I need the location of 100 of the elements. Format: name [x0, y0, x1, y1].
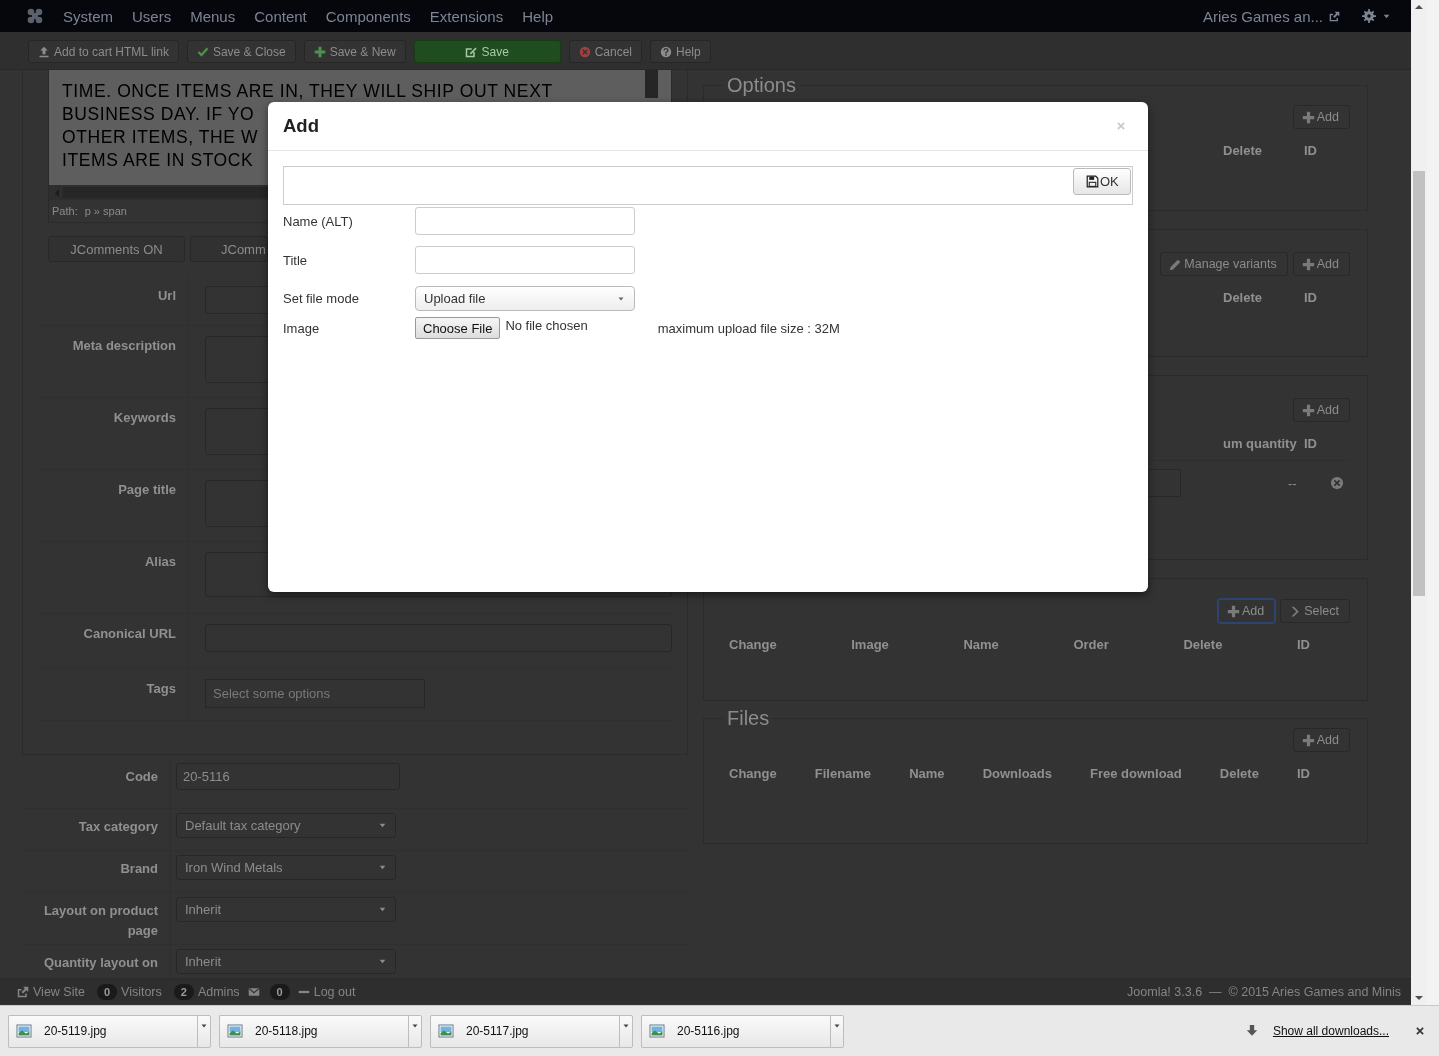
tags-field[interactable]: Select some options	[205, 679, 425, 708]
column-header: Name	[963, 637, 999, 652]
close-icon[interactable]	[1415, 1026, 1425, 1036]
editor-text: OTHER ITEMS, THE W	[62, 126, 259, 149]
field-label: Quantity layout on	[42, 954, 159, 972]
count-badge: 0	[96, 983, 117, 1000]
toolbar-button[interactable]: Cancel	[568, 40, 643, 63]
choose-file-button[interactable]: Choose File	[415, 317, 501, 339]
save-icon	[1086, 175, 1099, 188]
column-header: ID	[1304, 143, 1318, 158]
dialog-title: Add	[283, 115, 319, 137]
menu-item[interactable]: Extensions	[429, 7, 504, 25]
dropdown-button[interactable]	[197, 1014, 211, 1048]
dropdown-button[interactable]	[619, 1014, 633, 1048]
file-status: No file chosen	[505, 317, 588, 333]
edit-button[interactable]: Manage variants	[1160, 252, 1288, 276]
menu-item[interactable]: Menus	[190, 7, 236, 25]
check-icon	[196, 45, 209, 58]
menu-item[interactable]: Users	[132, 7, 172, 25]
dropdown-button[interactable]	[408, 1014, 422, 1048]
logo-icon[interactable]	[27, 8, 43, 24]
share-icon	[17, 985, 29, 998]
editor-text: ITEMS ARE IN STOCK	[62, 149, 254, 172]
toolbar-button[interactable]: Add to cart HTML link	[28, 40, 179, 63]
download-item[interactable]: 20-5119.jpg	[8, 1014, 197, 1048]
column-header: Free download	[1090, 766, 1182, 781]
plus-icon	[1301, 110, 1315, 124]
column-header: Change	[729, 766, 777, 781]
column-header: Delete	[1219, 766, 1259, 781]
mail-icon[interactable]	[247, 985, 260, 998]
add-button[interactable]: Add	[1292, 252, 1350, 276]
image-file-icon	[438, 1023, 454, 1039]
add-button[interactable]: Add	[1218, 599, 1276, 623]
input-field[interactable]: 20-5116	[176, 763, 400, 790]
add-button[interactable]: Add	[1292, 728, 1350, 752]
field-label: Tax category	[77, 818, 159, 836]
external-link-icon	[1329, 10, 1340, 22]
field-label: Tags	[145, 680, 177, 698]
editor-button[interactable]: JComments ON	[48, 236, 185, 262]
settings-menu[interactable]	[1362, 9, 1391, 23]
download-item[interactable]: 20-5118.jpg	[219, 1014, 408, 1048]
editor-text: TIME. ONCE ITEMS ARE IN, THEY WILL SHIP OUT NEXT	[62, 80, 553, 103]
download-item[interactable]: 20-5117.jpg	[430, 1014, 619, 1048]
editor-text: BUSINESS DAY. IF YO	[62, 103, 255, 126]
ok-button[interactable]: OK	[1073, 168, 1131, 195]
edit-icon	[465, 45, 478, 58]
show-all-downloads-link[interactable]: Show all downloads...	[1272, 1024, 1389, 1038]
image-file-icon	[649, 1023, 665, 1039]
column-header: Delete	[1223, 143, 1264, 158]
select-field[interactable]: Inherit	[176, 897, 396, 922]
editor-button[interactable]: JComm	[190, 236, 268, 262]
section-title: Options	[726, 74, 797, 97]
toolbar-button[interactable]: Help	[650, 40, 711, 63]
toolbar-button[interactable]: Save & Close	[186, 40, 296, 63]
column-header: Delete	[1183, 637, 1223, 652]
menu-item[interactable]: System	[63, 7, 113, 25]
dropdown-button[interactable]	[830, 1014, 844, 1048]
logout-link[interactable]: Log out	[297, 984, 356, 999]
cancel-icon	[578, 45, 591, 58]
menu-item[interactable]: Content	[254, 7, 307, 25]
column-header: Change	[729, 637, 777, 652]
add-button[interactable]: Add	[1292, 398, 1350, 422]
menu-item[interactable]: Components	[325, 7, 411, 25]
visitors-label: Visitors	[121, 984, 162, 999]
field-label: Alias	[143, 553, 177, 571]
column-header: Downloads	[982, 766, 1052, 781]
toolbar-button[interactable]: Save	[413, 40, 561, 63]
column-header: Delete	[1223, 290, 1264, 305]
select-field[interactable]: Iron Wind Metals	[176, 855, 396, 880]
element-path: p » span	[84, 205, 127, 217]
field-label: Title	[283, 252, 309, 268]
column-header: ID	[1296, 766, 1310, 781]
download-item[interactable]: 20-5116.jpg	[641, 1014, 830, 1048]
toolbar-button[interactable]: Save & New	[303, 40, 406, 63]
column-header: um quantity	[1223, 436, 1298, 451]
view-site-link[interactable]: View Site	[17, 984, 85, 999]
column-header: Filename	[814, 766, 872, 781]
plus-icon	[1301, 257, 1315, 271]
select-field[interactable]: Upload file	[415, 286, 635, 311]
input-field[interactable]	[1149, 469, 1181, 497]
field-label: Image	[283, 320, 321, 336]
count-badge: 2	[173, 983, 194, 1000]
caret-icon	[378, 863, 387, 872]
plus-icon	[1227, 604, 1240, 618]
select-field[interactable]: Default tax category	[176, 813, 396, 838]
count-badge: 0	[269, 983, 290, 1000]
menu-item[interactable]: Help	[522, 7, 554, 25]
upload-size-note: maximum upload file size : 32M	[657, 320, 840, 336]
site-link[interactable]: Aries Games an...	[1202, 7, 1340, 25]
column-header: Name	[909, 766, 945, 781]
remove-icon[interactable]	[1329, 476, 1344, 490]
section-title: Files	[726, 707, 771, 730]
caret-icon	[378, 957, 387, 966]
select-field[interactable]: Inherit	[176, 949, 396, 974]
column-header: ID	[1304, 436, 1318, 451]
column-header: Order	[1073, 637, 1109, 652]
plus-icon	[313, 45, 326, 58]
select-button[interactable]: Select	[1280, 599, 1350, 623]
add-button[interactable]: Add	[1292, 105, 1350, 129]
caret-icon	[378, 821, 387, 830]
